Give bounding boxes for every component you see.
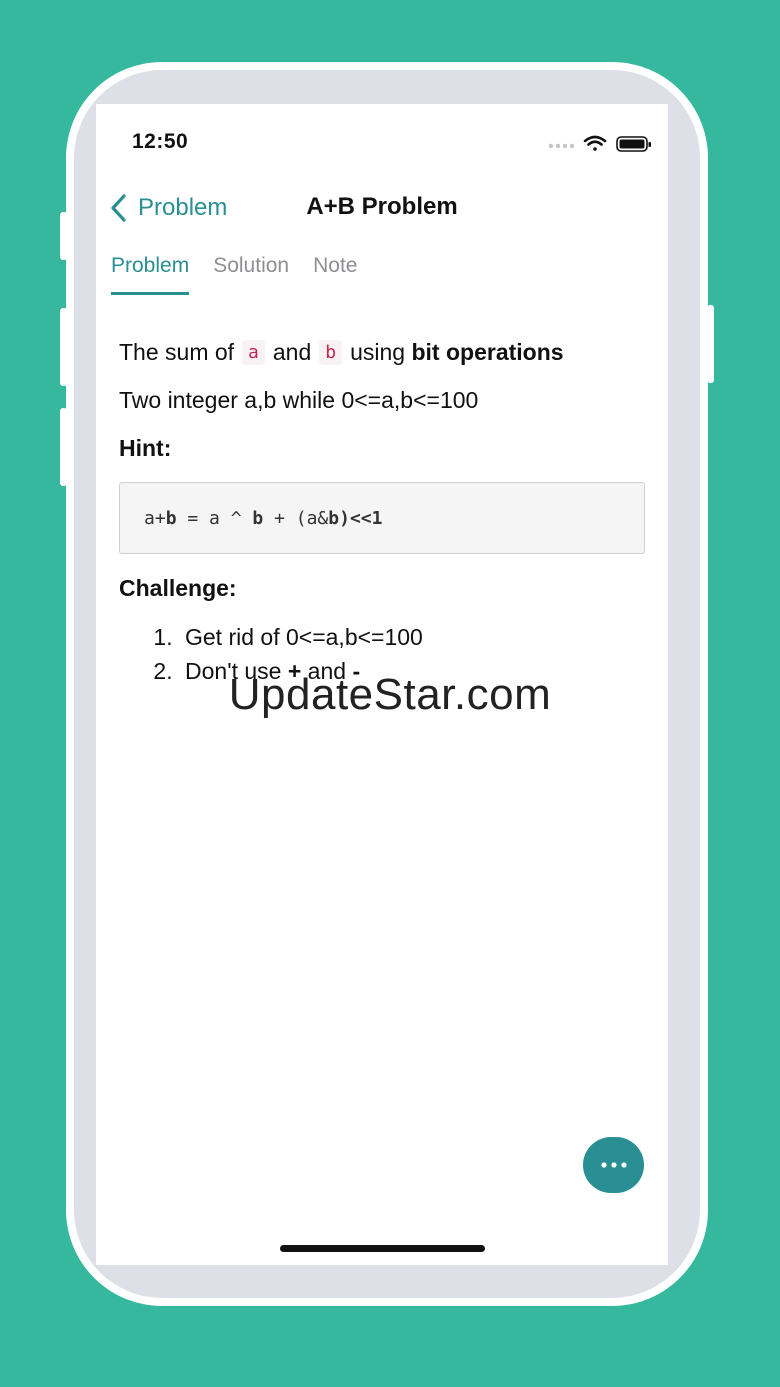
phone-side-button-left-2	[60, 308, 67, 386]
tab-problem[interactable]: Problem	[111, 254, 190, 295]
constraints-text: Two integer a,b while 0<=a,b<=100	[119, 386, 479, 413]
hint-code-block: a+ b = a ^ b + (a& b)<<1	[119, 482, 645, 554]
home-indicator	[280, 1245, 485, 1252]
status-icons	[548, 134, 652, 154]
statement-text: using	[350, 338, 406, 365]
challenge-list: Get rid of 0<=a,b<=100 Don't use + and -	[119, 620, 645, 688]
code-token: b)<<1	[328, 507, 383, 529]
plus-symbol: +	[287, 658, 302, 684]
code-token: b	[252, 507, 264, 529]
app-screen: 12:50 Problem A+B Problem Problem Soluti…	[96, 104, 668, 1265]
status-time: 12:50	[132, 130, 189, 153]
list-item: Don't use + and -	[179, 654, 645, 688]
page-title: A+B Problem	[306, 193, 458, 220]
inline-code-a: a	[242, 339, 265, 365]
wifi-icon	[583, 135, 607, 151]
signal-dots-icon	[548, 143, 575, 149]
phone-side-button-left-1	[60, 212, 67, 260]
code-token: a+	[144, 507, 166, 529]
statement-text: The sum of	[119, 338, 235, 365]
code-token: + (a&	[263, 507, 329, 529]
inline-code-b: b	[319, 339, 343, 365]
phone-side-button-right	[707, 305, 714, 383]
code-token: = a ^	[176, 507, 253, 529]
statement-text: and	[272, 338, 312, 365]
minus-symbol: -	[352, 658, 361, 684]
more-horizontal-icon	[600, 1162, 627, 1168]
statement-bold-text: bit operations	[411, 338, 564, 365]
battery-icon	[616, 136, 651, 152]
hint-heading: Hint:	[119, 434, 172, 461]
phone-side-button-left-3	[60, 408, 67, 486]
list-item-text: and	[307, 658, 347, 684]
tab-solution[interactable]: Solution	[213, 254, 289, 295]
tab-note[interactable]: Note	[313, 254, 357, 295]
challenge-heading: Challenge:	[119, 574, 237, 601]
problem-content: The sum of a and b using bit operations …	[119, 328, 645, 688]
list-item: Get rid of 0<=a,b<=100	[179, 620, 645, 654]
tab-bar: Problem Solution Note	[111, 254, 357, 295]
code-token: b	[165, 507, 177, 529]
problem-statement: The sum of a and b using bit operations	[119, 328, 645, 376]
more-actions-button[interactable]	[583, 1137, 644, 1193]
list-item-text: Don't use	[185, 658, 282, 684]
